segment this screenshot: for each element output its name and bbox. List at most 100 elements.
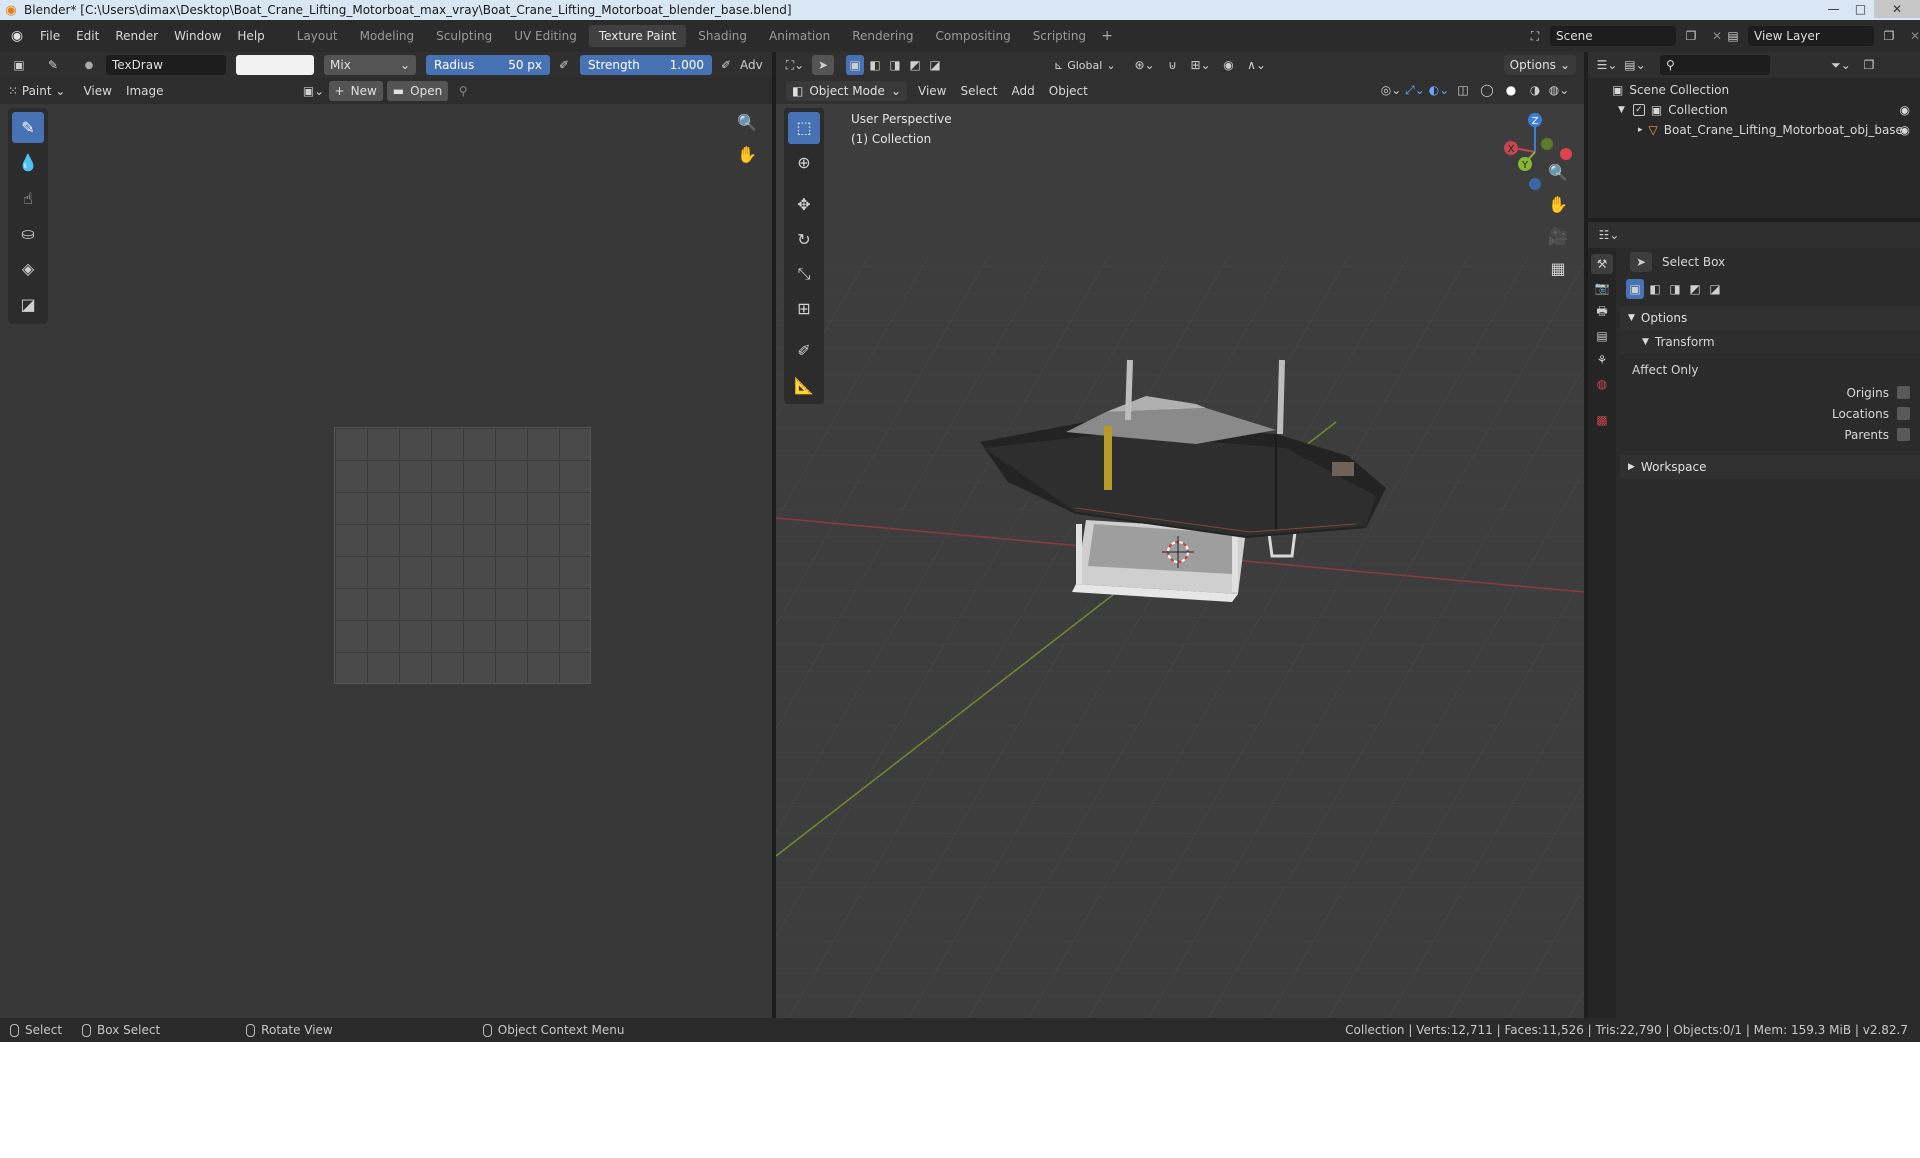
remove-view-layer-icon[interactable]: ✕ [1904, 26, 1920, 46]
viewport-menu-add[interactable]: Add [1005, 81, 1042, 101]
menu-file[interactable]: File [32, 29, 68, 43]
transform-orientation-dropdown[interactable]: ⊾ Global ⌄ [1054, 59, 1116, 72]
tab-compositing[interactable]: Compositing [925, 25, 1020, 47]
checkbox-origins[interactable] [1897, 386, 1910, 399]
blend-mode-dropdown[interactable]: Mix ⌄ [324, 55, 416, 75]
tool-tab-icon[interactable]: ⚒ [1591, 254, 1613, 274]
visibility-eye-icon[interactable]: ◉ [1900, 123, 1910, 137]
checkbox-row-parents[interactable]: Parents [1620, 424, 1920, 445]
tab-layout[interactable]: Layout [287, 25, 348, 47]
outliner-collection-row[interactable]: ▼ ✓ ▣ Collection ◉ [1588, 100, 1920, 120]
proportional-edit-icon[interactable]: ◉ [1218, 55, 1240, 75]
checkbox-row-locations[interactable]: Locations [1620, 403, 1920, 424]
tab-scripting[interactable]: Scripting [1023, 25, 1096, 47]
tab-modeling[interactable]: Modeling [350, 25, 425, 47]
pan-hand-icon[interactable]: ✋ [1544, 190, 1572, 218]
tab-animation[interactable]: Animation [759, 25, 840, 47]
material-shading-icon[interactable]: ◑ [1524, 80, 1546, 100]
viewport-menu-view[interactable]: View [911, 81, 953, 101]
camera-icon[interactable]: 🎥 [1544, 222, 1572, 250]
draw-tool[interactable]: ✎ [12, 112, 44, 144]
blender-menu-icon[interactable]: ◉ [6, 26, 28, 46]
brush-color-swatch[interactable] [236, 55, 314, 75]
options-panel-header[interactable]: ▼ Options [1620, 306, 1920, 330]
display-mode-icon[interactable]: ▤⌄ [1624, 55, 1646, 75]
checkbox-parents[interactable] [1897, 428, 1910, 441]
view-layer-tab-icon[interactable]: ▤ [1591, 326, 1613, 346]
new-image-button[interactable]: + New [328, 81, 383, 101]
image-browse-icon[interactable]: ▣⌄ [303, 81, 325, 101]
transform-tool[interactable]: ⊞ [788, 293, 820, 325]
tab-sculpting[interactable]: Sculpting [426, 25, 502, 47]
radius-field[interactable]: Radius 50 px [426, 55, 550, 75]
visibility-eye-icon[interactable]: ◉ [1900, 103, 1910, 117]
scene-tab-icon[interactable]: ⚘ [1591, 350, 1613, 370]
set-selection-icon[interactable]: ▣ [1626, 279, 1644, 299]
clone-tool[interactable]: ⛀ [12, 218, 44, 249]
viewport-menu-select[interactable]: Select [953, 81, 1004, 101]
soften-tool[interactable]: 💧 [12, 147, 44, 178]
zoom-icon[interactable]: 🔍 [1544, 158, 1572, 186]
outliner-search-input[interactable]: ⚲ [1660, 55, 1770, 75]
output-tab-icon[interactable]: 🖶 [1591, 302, 1613, 322]
open-image-button[interactable]: ▬ Open [386, 81, 449, 101]
overlays-toggle-icon[interactable]: ◐⌄ [1428, 80, 1450, 100]
3d-viewport[interactable]: Z X Y User Perspective (1) Collection ⬚ ⊕… [776, 104, 1584, 1018]
pivot-point-icon[interactable]: ⊛⌄ [1134, 55, 1156, 75]
workspace-panel-header[interactable]: ▶ Workspace [1620, 455, 1920, 479]
expand-arrow-icon[interactable]: ▼ [1618, 105, 1625, 115]
add-workspace-button[interactable]: + [1096, 26, 1118, 46]
visibility-icon[interactable]: ◎⌄ [1380, 80, 1402, 100]
invert-selection-icon[interactable]: ◩ [1686, 279, 1704, 299]
outliner-editor-type-icon[interactable]: ☰⌄ [1596, 55, 1618, 75]
menu-edit[interactable]: Edit [68, 29, 107, 43]
expand-arrow-icon[interactable]: ▸ [1638, 125, 1643, 135]
intersect-selection-icon[interactable]: ◪ [926, 55, 944, 75]
scene-field[interactable]: Scene [1550, 26, 1676, 46]
menu-help[interactable]: Help [229, 29, 272, 43]
viewport-editor-type-icon[interactable]: ⛶⌄ [784, 55, 806, 75]
new-scene-icon[interactable]: ❐ [1680, 26, 1702, 46]
image-canvas-grid[interactable] [334, 427, 591, 684]
smear-tool[interactable]: ☝ [12, 183, 44, 214]
checkbox-row-origins[interactable]: Origins [1620, 382, 1920, 403]
measure-tool[interactable]: 📐 [788, 369, 820, 401]
cursor-tool[interactable]: ⊕ [788, 147, 820, 179]
snap-icon[interactable]: ⊍ [1162, 55, 1184, 75]
paint-mode-dropdown[interactable]: ⁙ Paint ⌄ [8, 81, 72, 101]
outliner-scene-collection-row[interactable]: ▣ Scene Collection [1588, 80, 1920, 100]
pin-icon[interactable]: ⚲ [452, 81, 474, 101]
close-button[interactable]: ✕ [1874, 0, 1920, 18]
world-tab-icon[interactable]: ◍ [1591, 374, 1613, 394]
move-tool[interactable]: ✥ [788, 189, 820, 221]
tab-texture-paint[interactable]: Texture Paint [588, 25, 687, 47]
invert-selection-icon[interactable]: ◩ [906, 55, 924, 75]
advanced-panel-button[interactable]: Adv [740, 58, 763, 72]
brush-browse-icon[interactable]: ● [78, 55, 100, 75]
editor-type-icon[interactable]: ▣ [8, 55, 30, 75]
intersect-selection-icon[interactable]: ◪ [1706, 279, 1724, 299]
extend-selection-icon[interactable]: ◧ [866, 55, 884, 75]
menu-render[interactable]: Render [107, 29, 166, 43]
select-box-tool[interactable]: ⬚ [788, 112, 820, 144]
image-menu-image[interactable]: Image [119, 81, 171, 101]
zoom-icon[interactable]: 🔍 [733, 108, 761, 136]
radius-pressure-icon[interactable]: ✐ [556, 55, 572, 75]
set-selection-icon[interactable]: ▣ [846, 55, 864, 75]
new-view-layer-icon[interactable]: ❐ [1878, 26, 1900, 46]
render-tab-icon[interactable]: 📷 [1591, 278, 1613, 298]
subtract-selection-icon[interactable]: ◨ [1666, 279, 1684, 299]
viewport-options-dropdown[interactable]: Options ⌄ [1503, 55, 1576, 75]
tab-shading[interactable]: Shading [688, 25, 757, 47]
maximize-button[interactable]: □ [1847, 0, 1874, 18]
checkbox-locations[interactable] [1897, 407, 1910, 420]
exclude-checkbox[interactable]: ✓ [1632, 104, 1645, 116]
strength-field[interactable]: Strength 1.000 [580, 55, 712, 75]
rendered-shading-icon[interactable]: ◍⌄ [1548, 80, 1570, 100]
rotate-tool[interactable]: ↻ [788, 223, 820, 255]
image-menu-view[interactable]: View [76, 81, 118, 101]
solid-shading-icon[interactable]: ● [1500, 80, 1522, 100]
gizmo-toggle-icon[interactable]: ⤢⌄ [1404, 80, 1426, 100]
extend-selection-icon[interactable]: ◧ [1646, 279, 1664, 299]
wireframe-shading-icon[interactable]: ◯ [1476, 80, 1498, 100]
